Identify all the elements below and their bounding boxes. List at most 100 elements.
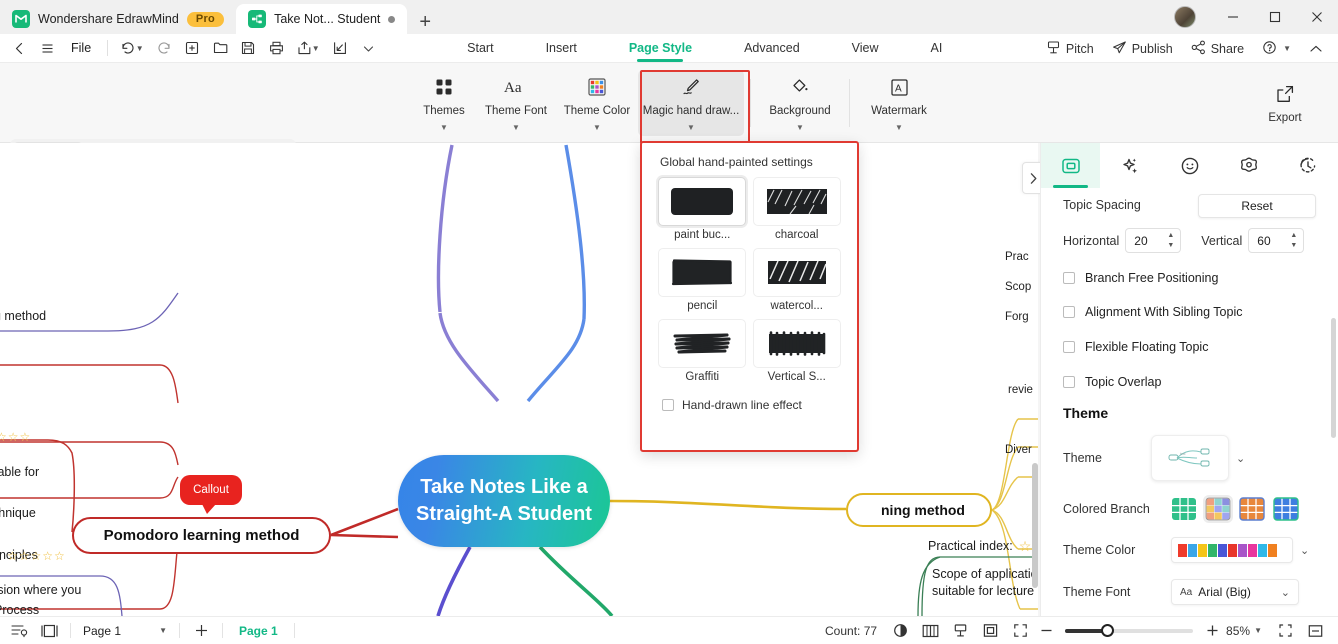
book-view-icon[interactable] [915,617,945,644]
zoom-out-button[interactable] [1035,617,1057,644]
tab-history[interactable] [1279,143,1338,188]
charcoal-swatch[interactable] [752,177,841,226]
avatar[interactable] [1174,6,1196,28]
page-select-caret-icon[interactable]: ▼ [159,626,167,635]
theme-color-button[interactable]: Theme Color ▼ [556,70,638,136]
pencil-swatch[interactable] [658,248,747,297]
open-icon[interactable] [207,36,233,60]
hand-drawn-line-effect-row[interactable]: Hand-drawn line effect [642,390,857,412]
tab-app-home[interactable]: Wondershare EdrawMind Pro [0,4,237,34]
checkbox-alignment-sibling-topic[interactable]: Alignment With Sibling Topic [1063,305,1316,319]
mouse-mode-icon[interactable] [885,617,915,644]
hand-paint-option-paint-bucket[interactable]: paint buc... [656,177,749,248]
undo-caret-icon[interactable]: ▼ [136,44,144,53]
themes-button[interactable]: Themes ▼ [412,70,476,136]
central-topic[interactable]: Take Notes Like a Straight-A Student [398,455,610,547]
outline-view-icon[interactable] [4,617,34,644]
theme-font-dropdown-icon[interactable]: ▼ [512,123,520,131]
hand-paint-option-pencil[interactable]: pencil [656,248,749,319]
print-icon[interactable] [263,36,289,60]
colored-branch-option-2[interactable] [1239,497,1265,521]
hand-paint-option-watercolor[interactable]: watercol... [751,248,844,319]
vertical-spinner[interactable]: 60 ▲ ▼ [1248,228,1305,253]
split-view-icon[interactable] [1300,617,1330,644]
hand-drawn-line-effect-checkbox[interactable] [662,399,674,411]
colored-branch-option-3[interactable] [1273,497,1299,521]
yellow-child-1[interactable]: Scop [1005,281,1031,293]
yellow-topic[interactable]: ning method [846,493,992,527]
watermark-dropdown-icon[interactable]: ▼ [895,123,903,131]
zoom-slider-handle[interactable] [1101,623,1115,637]
theme-font-select[interactable]: Aa Arial (Big) ⌄ [1171,579,1299,605]
theme-font-button[interactable]: Aa Theme Font ▼ [476,70,556,136]
graffiti-swatch[interactable] [658,319,747,368]
publish-button[interactable]: Publish [1103,40,1182,58]
page-select[interactable]: Page 1 ▼ [77,621,173,641]
branch-free-positioning-checkbox[interactable] [1063,272,1075,284]
hand-paint-option-graffiti[interactable]: Graffiti [656,319,749,390]
pomodoro-topic[interactable]: Pomodoro learning method [72,517,331,554]
file-menu[interactable]: File [62,41,100,55]
magic-hand-draw-button[interactable]: Magic hand draw... ▼ [638,70,744,136]
alignment-sibling-topic-checkbox[interactable] [1063,306,1075,318]
import-icon[interactable] [327,36,353,60]
reset-button[interactable]: Reset [1198,194,1316,218]
tab-ai-style[interactable] [1100,143,1159,188]
collapse-ribbon-icon[interactable] [1300,42,1332,56]
yellow-child-4[interactable]: Diver [1005,444,1032,456]
more-options-icon[interactable] [355,36,381,60]
add-page-button[interactable] [186,617,216,644]
checkbox-flexible-floating-topic[interactable]: Flexible Floating Topic [1063,340,1316,354]
background-button[interactable]: Background ▼ [757,70,843,136]
new-icon[interactable] [179,36,205,60]
colored-branch-option-0[interactable] [1171,497,1197,521]
yellow-child-3[interactable]: revie [1008,384,1033,396]
topic-overlap-checkbox[interactable] [1063,376,1075,388]
checkbox-branch-free-positioning[interactable]: Branch Free Positioning [1063,271,1316,285]
fullscreen-icon[interactable] [1005,617,1035,644]
help-button[interactable]: ▼ [1253,40,1300,58]
save-icon[interactable] [235,36,261,60]
watercolor-swatch[interactable] [752,248,841,297]
yellow-child-2[interactable]: Forg [1005,311,1029,323]
callout-badge[interactable]: Callout [180,475,242,514]
colored-branch-option-1[interactable] [1205,497,1231,521]
pitch-button[interactable]: Pitch [1037,40,1103,58]
hamburger-icon[interactable] [34,36,60,60]
zoom-slider[interactable] [1065,623,1194,637]
new-tab-button[interactable]: + [407,12,443,34]
theme-chevron-down-icon[interactable]: ⌄ [1236,452,1245,465]
maximize-icon[interactable] [1254,0,1296,34]
paint-bucket-swatch[interactable] [658,177,747,226]
right-panel-scrollbar[interactable] [1331,318,1336,438]
side-pane-icon[interactable] [34,617,64,644]
help-caret-icon[interactable]: ▼ [1283,44,1291,53]
magic-hand-draw-dropdown-icon[interactable]: ▼ [687,123,695,131]
export-caret-icon[interactable]: ▼ [312,44,320,53]
tab-stickers[interactable] [1160,143,1219,188]
theme-preview-button[interactable]: text [1151,435,1229,481]
menu-view[interactable]: View [826,34,905,63]
menu-page-style[interactable]: Page Style [603,34,718,63]
active-page-tab[interactable]: Page 1 [229,624,288,638]
background-dropdown-icon[interactable]: ▼ [796,123,804,131]
menu-advanced[interactable]: Advanced [718,34,826,63]
spinner-arrows-icon[interactable]: ▲ ▼ [1290,232,1297,249]
theme-color-chevron-down-icon[interactable]: ⌄ [1300,544,1309,557]
minimize-icon[interactable] [1212,0,1254,34]
redo-icon[interactable] [151,36,177,60]
theme-color-swatch-bar[interactable] [1171,537,1293,563]
canvas-vertical-scrollbar[interactable] [1032,463,1038,588]
theme-font-chevron-down-icon[interactable]: ⌄ [1281,586,1290,599]
horizontal-spinner[interactable]: 20 ▲ ▼ [1125,228,1182,253]
undo-icon[interactable]: ▼ [115,36,149,60]
back-chevron-icon[interactable] [6,36,32,60]
hand-paint-option-vertical-scratch[interactable]: Vertical S... [751,319,844,390]
menu-start[interactable]: Start [441,34,519,63]
fit-page-icon[interactable] [1270,617,1300,644]
themes-dropdown-icon[interactable]: ▼ [440,123,448,131]
fit-frame-icon[interactable] [975,617,1005,644]
zoom-in-button[interactable] [1201,617,1223,644]
theme-color-dropdown-icon[interactable]: ▼ [593,123,601,131]
vertical-scratch-swatch[interactable] [752,319,841,368]
